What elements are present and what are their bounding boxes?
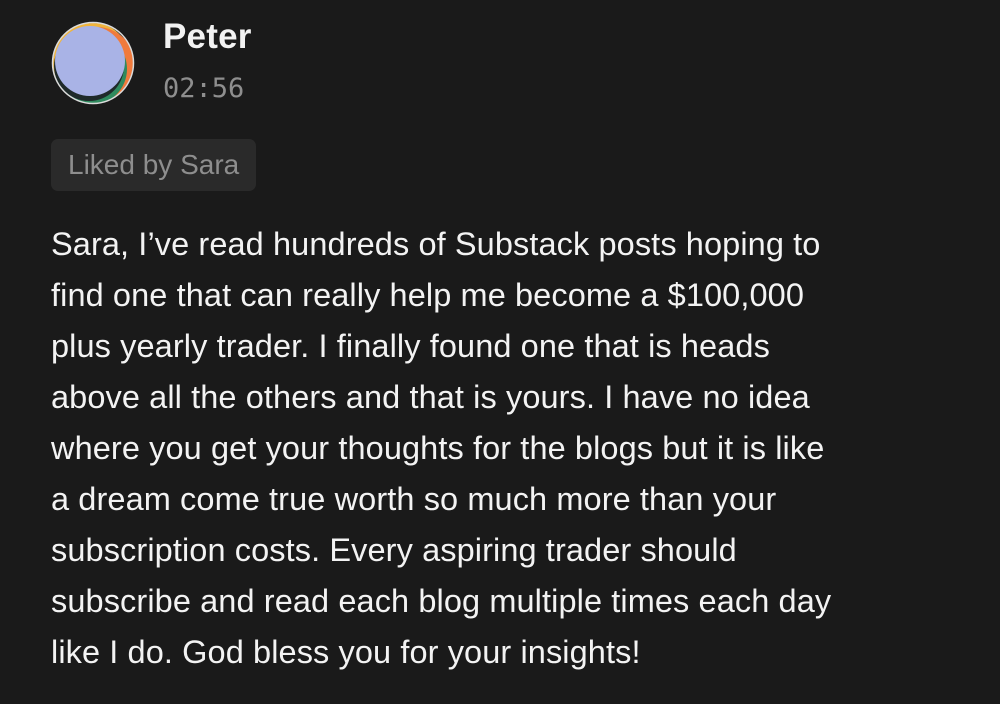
comment-line: subscription costs. Every aspiring trade… — [51, 532, 737, 568]
avatar-graphic — [51, 21, 135, 105]
comment-timestamp: 02:56 — [163, 73, 245, 104]
user-avatar-icon[interactable] — [51, 21, 135, 105]
comment-line: above all the others and that is yours. … — [51, 379, 810, 415]
author-name[interactable]: Peter — [163, 15, 252, 59]
comment-line: Sara, I’ve read hundreds of Substack pos… — [51, 226, 821, 262]
comment-line: a dream come true worth so much more tha… — [51, 481, 777, 517]
comment-line: where you get your thoughts for the blog… — [51, 430, 825, 466]
comment-line: find one that can really help me become … — [51, 277, 805, 313]
comment-line: like I do. God bless you for your insigh… — [51, 634, 641, 670]
comment-line: plus yearly trader. I finally found one … — [51, 328, 770, 364]
comment-line: subscribe and read each blog multiple ti… — [51, 583, 832, 619]
liked-by-badge: Liked by Sara — [51, 139, 257, 191]
liked-by-label: Liked by Sara — [68, 149, 240, 180]
comment-body: Sara, I’ve read hundreds of Substack pos… — [51, 219, 986, 678]
